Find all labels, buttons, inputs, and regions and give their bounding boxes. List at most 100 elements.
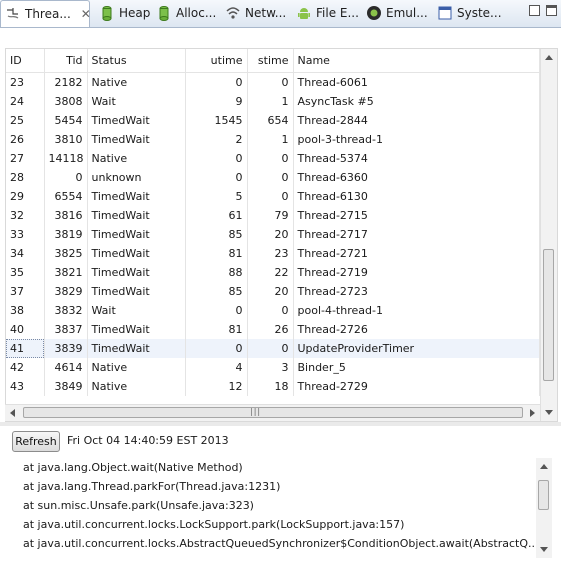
cell-id: 28 xyxy=(6,168,45,187)
refresh-button[interactable]: Refresh xyxy=(12,431,60,452)
tab-emulator[interactable]: Emul... xyxy=(362,0,428,26)
table-row[interactable]: 32 3816 TimedWait 61 79 Thread-2715 xyxy=(6,206,540,225)
tab-label: Emul... xyxy=(386,6,428,20)
tab-network[interactable]: Netw... xyxy=(221,0,287,26)
cell-name: Thread-5374 xyxy=(293,149,540,168)
cell-status: Wait xyxy=(87,301,186,320)
stack-trace-scrollbar[interactable] xyxy=(536,458,552,558)
stack-trace-line: at java.util.concurrent.locks.LockSuppor… xyxy=(23,518,405,531)
minimize-icon[interactable] xyxy=(529,5,540,16)
stack-trace-line: at java.lang.Object.wait(Native Method) xyxy=(23,461,243,474)
table-row[interactable]: 34 3825 TimedWait 81 23 Thread-2721 xyxy=(6,244,540,263)
tab-heap[interactable]: Heap xyxy=(95,0,155,26)
scroll-down-icon[interactable] xyxy=(545,410,553,415)
tab-label: Alloc... xyxy=(176,6,217,20)
scroll-up-icon[interactable] xyxy=(540,464,548,469)
cell-tid: 3832 xyxy=(44,301,88,320)
cell-stime: 0 xyxy=(247,149,294,168)
cell-name: Thread-2719 xyxy=(293,263,540,282)
cell-id: 26 xyxy=(6,130,45,149)
cell-id: 37 xyxy=(6,282,45,301)
scrollbar-thumb[interactable] xyxy=(23,407,523,418)
column-header-name[interactable]: Name xyxy=(293,49,540,73)
table-row[interactable]: 37 3829 TimedWait 85 20 Thread-2723 xyxy=(6,282,540,301)
table-row[interactable]: 33 3819 TimedWait 85 20 Thread-2717 xyxy=(6,225,540,244)
cell-status: TimedWait xyxy=(87,130,186,149)
cell-tid: 4614 xyxy=(44,358,88,377)
scroll-up-icon[interactable] xyxy=(545,55,553,60)
cell-stime: 20 xyxy=(247,225,294,244)
cell-stime: 20 xyxy=(247,282,294,301)
cell-status: TimedWait xyxy=(87,282,186,301)
cell-utime: 61 xyxy=(185,206,248,225)
table-row[interactable]: 41 3839 TimedWait 0 0 UpdateProviderTimer xyxy=(6,339,540,358)
cell-utime: 1545 xyxy=(185,111,248,130)
scrollbar-thumb[interactable] xyxy=(538,480,549,510)
tab-file-explorer[interactable]: File E... xyxy=(292,0,359,26)
tab-system-information[interactable]: Syste... xyxy=(433,0,502,26)
cell-status: TimedWait xyxy=(87,244,186,263)
cell-id: 27 xyxy=(6,149,45,168)
cell-stime: 22 xyxy=(247,263,294,282)
table-row[interactable]: 24 3808 Wait 9 1 AsyncTask #5 xyxy=(6,92,540,111)
cell-tid: 3837 xyxy=(44,320,88,339)
cell-tid: 14118 xyxy=(44,149,88,168)
cell-stime: 26 xyxy=(247,320,294,339)
tab-label: Netw... xyxy=(245,6,287,20)
cell-id: 33 xyxy=(6,225,45,244)
splitter[interactable] xyxy=(0,422,561,426)
table-row[interactable]: 26 3810 TimedWait 2 1 pool-3-thread-1 xyxy=(6,130,540,149)
table-row[interactable]: 38 3832 Wait 0 0 pool-4-thread-1 xyxy=(6,301,540,320)
cell-stime: 0 xyxy=(247,339,294,358)
refresh-timestamp: Fri Oct 04 14:40:59 EST 2013 xyxy=(67,434,229,447)
close-icon[interactable]: ✕ xyxy=(81,7,91,21)
cell-utime: 2 xyxy=(185,130,248,149)
cell-name: Thread-2729 xyxy=(293,377,540,396)
threads-table[interactable]: ID Tid Status utime stime Name 23 2182 Nat… xyxy=(5,48,558,422)
table-row[interactable]: 28 0 unknown 0 0 Thread-6360 xyxy=(6,168,540,187)
stack-trace-panel[interactable]: at java.lang.Object.wait(Native Method) … xyxy=(12,458,552,562)
cell-tid: 3821 xyxy=(44,263,88,282)
cell-tid: 3810 xyxy=(44,130,88,149)
table-row[interactable]: 25 5454 TimedWait 1545 654 Thread-2844 xyxy=(6,111,540,130)
column-header-id[interactable]: ID xyxy=(6,49,45,73)
table-vertical-scrollbar[interactable] xyxy=(540,49,557,421)
scroll-left-icon[interactable] xyxy=(10,409,15,417)
tab-allocation[interactable]: Alloc... xyxy=(152,0,217,26)
table-row[interactable]: 42 4614 Native 4 3 Binder_5 xyxy=(6,358,540,377)
cell-utime: 0 xyxy=(185,72,248,92)
cell-status: unknown xyxy=(87,168,186,187)
cell-utime: 12 xyxy=(185,377,248,396)
table-row[interactable]: 27 14118 Native 0 0 Thread-5374 xyxy=(6,149,540,168)
cell-tid: 3849 xyxy=(44,377,88,396)
table-horizontal-scrollbar[interactable]: ||| xyxy=(5,404,540,421)
stack-trace-line: at sun.misc.Unsafe.park(Unsafe.java:323) xyxy=(23,499,254,512)
cell-name: Thread-2715 xyxy=(293,206,540,225)
cell-tid: 3819 xyxy=(44,225,88,244)
column-header-status[interactable]: Status xyxy=(87,49,186,73)
table-row[interactable]: 35 3821 TimedWait 88 22 Thread-2719 xyxy=(6,263,540,282)
scrollbar-thumb[interactable] xyxy=(543,249,554,381)
column-header-utime[interactable]: utime xyxy=(185,49,248,73)
heap-icon xyxy=(99,5,115,21)
table-row[interactable]: 40 3837 TimedWait 81 26 Thread-2726 xyxy=(6,320,540,339)
maximize-icon[interactable] xyxy=(546,5,557,16)
table-row[interactable]: 29 6554 TimedWait 5 0 Thread-6130 xyxy=(6,187,540,206)
cell-utime: 81 xyxy=(185,320,248,339)
table-row[interactable]: 43 3849 Native 12 18 Thread-2729 xyxy=(6,377,540,396)
network-icon xyxy=(225,5,241,21)
table-row[interactable]: 23 2182 Native 0 0 Thread-6061 xyxy=(6,72,540,92)
scroll-right-icon[interactable] xyxy=(530,409,535,417)
cell-status: Native xyxy=(87,149,186,168)
android-icon xyxy=(296,5,312,21)
cell-tid: 3839 xyxy=(44,339,88,358)
cell-name: Thread-6061 xyxy=(293,72,540,92)
column-header-stime[interactable]: stime xyxy=(247,49,294,73)
column-header-tid[interactable]: Tid xyxy=(44,49,88,73)
tab-threads[interactable]: Threa... ✕ xyxy=(0,0,91,27)
cell-name: pool-4-thread-1 xyxy=(293,301,540,320)
scroll-down-icon[interactable] xyxy=(540,547,548,552)
cell-id: 29 xyxy=(6,187,45,206)
tab-label: Threa... xyxy=(25,7,71,21)
cell-id: 35 xyxy=(6,263,45,282)
